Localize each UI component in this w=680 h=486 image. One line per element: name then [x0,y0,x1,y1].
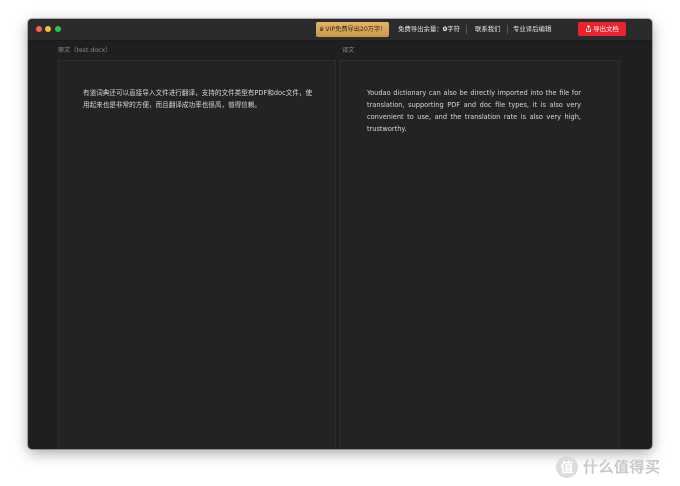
source-text-pane[interactable]: 有道词典还可以直接导入文件进行翻译，支持的文件类型有PDF和doc文件，使用起来… [58,60,336,449]
vip-badge[interactable]: ♛VIP免费导出20万字! [316,22,389,37]
translated-text[interactable]: Youdao dictionary can also be directly i… [367,87,581,135]
export-document-label: 导出文档 [593,25,619,33]
smzdm-logo-icon: 值 [556,456,578,478]
export-icon [586,25,592,32]
close-window-button[interactable] [36,26,42,32]
target-pane-label: 译文 [342,47,355,54]
export-document-button[interactable]: 导出文档 [578,22,626,36]
export-quota: 免费导出余量：0字符 [398,19,460,40]
app-window: ♛VIP免费导出20万字! 免费导出余量：0字符 联系我们 专业译后编辑 导出文… [28,19,652,449]
pro-post-edit-link[interactable]: 专业译后编辑 [513,19,551,40]
source-text[interactable]: 有道词典还可以直接导入文件进行翻译，支持的文件类型有PDF和doc文件，使用起来… [83,87,315,111]
contact-us-link[interactable]: 联系我们 [475,19,501,40]
source-pane-label: 原文（test.docx） [58,47,112,54]
svg-text:值: 值 [560,460,573,476]
vip-badge-label: VIP免费导出20万字! [325,26,383,33]
target-text-pane[interactable]: Youdao dictionary can also be directly i… [339,60,620,449]
divider [466,25,467,34]
quota-unit: 字符 [447,25,460,33]
divider [507,25,508,34]
crown-icon: ♛ [319,26,325,33]
watermark-text: 什么值得买 [583,458,661,476]
quota-label: 免费导出余量： [398,25,443,33]
minimize-window-button[interactable] [45,26,51,32]
titlebar: ♛VIP免费导出20万字! 免费导出余量：0字符 联系我们 专业译后编辑 导出文… [28,19,652,41]
maximize-window-button[interactable] [55,26,61,32]
